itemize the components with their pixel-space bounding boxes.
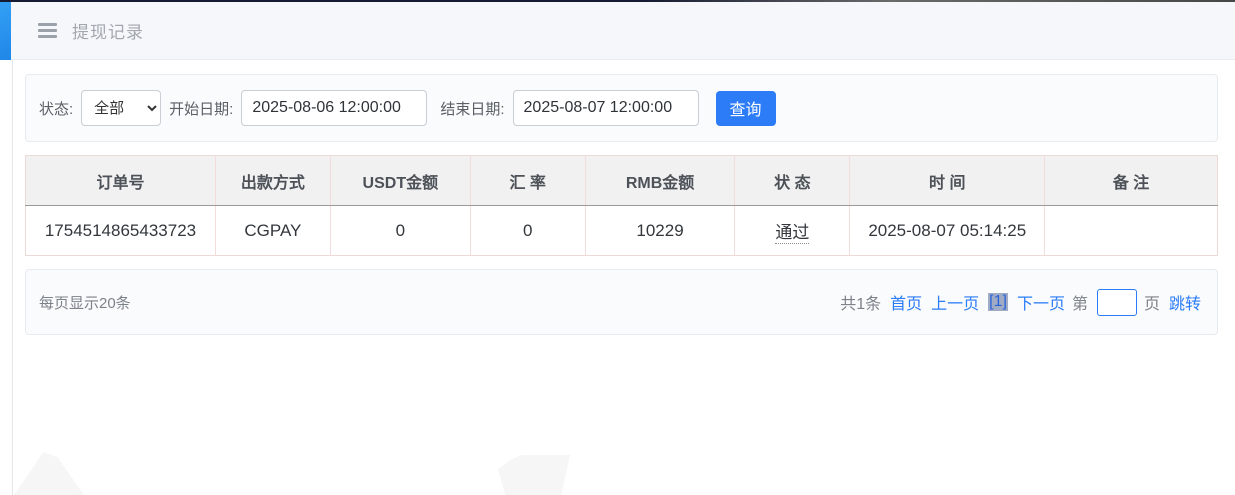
col-remark: 备 注 [1045,156,1218,206]
col-usdt-amount: USDT金额 [330,156,470,206]
total-count-text: 共1条 [840,290,881,314]
col-status: 状 态 [735,156,850,206]
cell-rmb-amount: 10229 [585,206,735,256]
start-date-input[interactable] [241,90,427,126]
sidebar-accent-bar [0,2,11,60]
pagination-panel: 每页显示20条 共1条 首页 上一页 [1] 下一页 第 页 跳转 [25,269,1218,335]
end-date-label: 结束日期: [440,98,504,119]
cell-method: CGPAY [215,206,330,256]
page-header: 提现记录 [0,2,1235,60]
prev-page-link[interactable]: 上一页 [931,290,979,314]
jump-link[interactable]: 跳转 [1169,290,1201,314]
filter-panel: 状态: 全部 开始日期: 结束日期: 查询 [25,74,1218,142]
end-date-input[interactable] [513,90,699,126]
cell-order-no: 1754514865433723 [26,206,216,256]
start-date-label: 开始日期: [169,98,233,119]
first-page-link[interactable]: 首页 [890,290,922,314]
cell-rate: 0 [470,206,585,256]
status-label: 状态: [39,98,73,119]
jump-suffix-label: 页 [1144,290,1160,314]
jump-page-input[interactable] [1097,289,1137,316]
next-page-link[interactable]: 下一页 [1017,290,1065,314]
decorative-shape-left [14,452,84,495]
main-content: 状态: 全部 开始日期: 结束日期: 查询 订单号 出款方式 USDT金额 汇 … [0,74,1235,335]
table-row: 1754514865433723 CGPAY 0 0 10229 通过 2025… [26,206,1218,256]
cell-time: 2025-08-07 05:14:25 [850,206,1045,256]
status-badge[interactable]: 通过 [775,223,809,244]
col-rate: 汇 率 [470,156,585,206]
status-select[interactable]: 全部 [81,90,161,126]
page-size-text: 每页显示20条 [39,292,131,313]
cell-remark [1045,206,1218,256]
page-title: 提现记录 [72,18,144,43]
col-order-no: 订单号 [26,156,216,206]
jump-prefix-label: 第 [1072,290,1088,314]
menu-toggle-icon[interactable] [38,23,57,38]
col-time: 时 间 [850,156,1045,206]
current-page-indicator: [1] [988,293,1008,311]
cell-status: 通过 [735,206,850,256]
decorative-shape-center [498,455,570,495]
search-button[interactable]: 查询 [716,91,776,126]
cell-usdt-amount: 0 [330,206,470,256]
col-method: 出款方式 [215,156,330,206]
table-header-row: 订单号 出款方式 USDT金额 汇 率 RMB金额 状 态 时 间 备 注 [26,156,1218,206]
pager: 共1条 首页 上一页 [1] 下一页 第 页 跳转 [840,289,1201,316]
records-table: 订单号 出款方式 USDT金额 汇 率 RMB金额 状 态 时 间 备 注 17… [25,155,1218,256]
col-rmb-amount: RMB金额 [585,156,735,206]
